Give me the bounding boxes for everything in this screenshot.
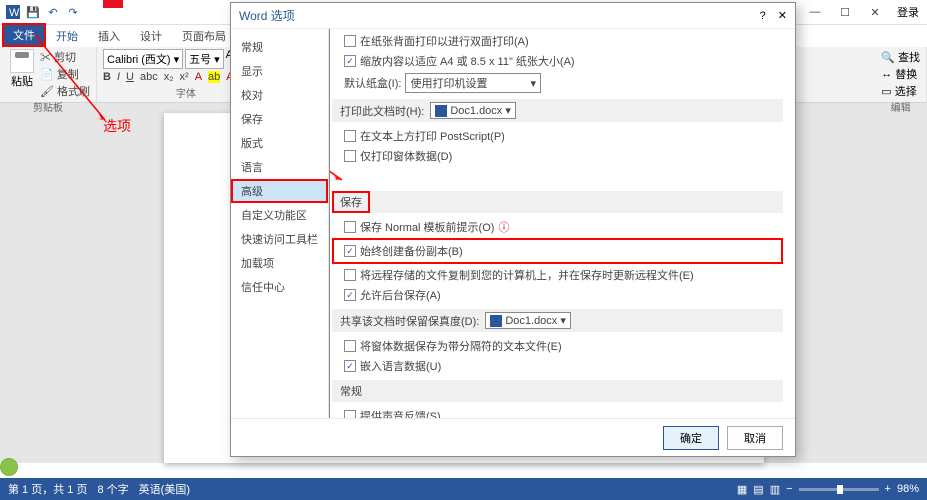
status-bar: 第 1 页，共 1 页 8 个字 英语(美国) ▦ ▤ ▥ − + 98% (0, 478, 927, 500)
nav-save[interactable]: 保存 (231, 107, 328, 131)
view-print-icon[interactable]: ▦ (737, 483, 747, 496)
minimize-icon[interactable]: — (801, 2, 829, 22)
view-read-icon[interactable]: ▤ (753, 483, 763, 496)
checkbox-duplex[interactable] (344, 35, 356, 47)
close-icon[interactable]: ✕ (861, 2, 889, 22)
text-effects-icon[interactable]: A (195, 71, 202, 83)
checkbox-save-prompt[interactable] (344, 221, 356, 233)
select-button[interactable]: ▭选择 (881, 83, 920, 99)
arrow-to-save (329, 166, 442, 184)
tray-dropdown[interactable]: 使用打印机设置▾ (405, 73, 541, 93)
dialog-close-icon[interactable]: ✕ (778, 9, 787, 22)
superscript-button[interactable]: x² (180, 71, 189, 83)
word-count[interactable]: 8 个字 (97, 481, 128, 497)
section-general-header: 常规 (340, 383, 362, 399)
italic-button[interactable]: I (117, 71, 120, 83)
paste-icon (10, 49, 34, 73)
view-web-icon[interactable]: ▥ (770, 483, 780, 496)
paste-button[interactable]: 粘贴 (6, 49, 38, 99)
tab-file[interactable]: 文件 (2, 23, 46, 47)
info-icon[interactable]: ⓘ (498, 219, 509, 235)
zoom-out-icon[interactable]: − (786, 483, 792, 495)
zoom-slider[interactable] (799, 488, 879, 491)
options-dialog: Word 选项 ? ✕ 常规 显示 校对 保存 版式 语言 高级 自定义功能区 … (230, 2, 796, 457)
checkbox-scale[interactable] (344, 55, 356, 67)
options-nav: 常规 显示 校对 保存 版式 语言 高级 自定义功能区 快速访问工具栏 加载项 … (231, 29, 329, 418)
nav-layout[interactable]: 版式 (231, 131, 328, 155)
strike-button[interactable]: abc (140, 71, 158, 83)
save-icon[interactable]: 💾 (24, 3, 42, 21)
cancel-button[interactable]: 取消 (727, 426, 783, 450)
checkbox-sound[interactable] (344, 410, 356, 418)
nav-customize[interactable]: 自定义功能区 (231, 203, 328, 227)
select-icon: ▭ (881, 85, 891, 98)
redo-icon[interactable]: ↷ (64, 3, 82, 21)
nav-advanced[interactable]: 高级 (231, 179, 328, 203)
nav-proofing[interactable]: 校对 (231, 83, 328, 107)
cut-button[interactable]: ✂ 剪切 (40, 49, 90, 65)
highlight-icon[interactable]: ab (208, 71, 220, 83)
page-status[interactable]: 第 1 页，共 1 页 (8, 481, 87, 497)
word-icon: W (4, 3, 22, 21)
replace-icon: ↔ (881, 68, 892, 80)
underline-button[interactable]: U (126, 71, 134, 83)
zoom-level[interactable]: 98% (897, 483, 919, 495)
checkbox-embed[interactable] (344, 340, 356, 352)
group-edit: 编辑 (881, 99, 920, 114)
svg-text:W: W (9, 7, 20, 19)
tab-layout[interactable]: 页面布局 (172, 25, 236, 47)
checkbox-remote[interactable] (344, 269, 356, 281)
nav-addins[interactable]: 加载项 (231, 251, 328, 275)
group-clipboard: 剪贴板 (6, 99, 90, 114)
tab-design[interactable]: 设计 (130, 25, 172, 47)
find-button[interactable]: 🔍查找 (881, 49, 920, 65)
subscript-button[interactable]: x₂ (164, 71, 174, 83)
search-icon: 🔍 (881, 51, 895, 64)
maximize-icon[interactable]: ☐ (831, 2, 859, 22)
word-doc-icon (435, 105, 447, 117)
status-indicator-icon (0, 458, 18, 476)
fidelity-dropdown[interactable]: Doc1.docx▾ (485, 312, 571, 329)
checkbox-postscript[interactable] (344, 130, 356, 142)
copy-button[interactable]: 📄 复制 (40, 66, 90, 82)
tab-insert[interactable]: 插入 (88, 25, 130, 47)
undo-icon[interactable]: ↶ (44, 3, 62, 21)
section-save-header: 保存 (332, 191, 370, 213)
language-status[interactable]: 英语(美国) (139, 481, 190, 497)
nav-language[interactable]: 语言 (231, 155, 328, 179)
font-name-combo[interactable]: Calibri (西文)▾ (103, 49, 183, 69)
font-size-combo[interactable]: 五号▾ (185, 49, 224, 69)
checkbox-bgsave[interactable] (344, 289, 356, 301)
ok-button[interactable]: 确定 (663, 426, 719, 450)
word-doc-icon (490, 315, 502, 327)
dialog-title: Word 选项 (239, 7, 760, 24)
nav-display[interactable]: 显示 (231, 59, 328, 83)
nav-general[interactable]: 常规 (231, 35, 328, 59)
red-marker (103, 0, 123, 8)
options-content[interactable]: 在纸张背面打印以进行双面打印(A) 缩放内容以适应 A4 或 8.5 x 11"… (329, 29, 795, 418)
nav-trust[interactable]: 信任中心 (231, 275, 328, 299)
checkbox-langdata[interactable] (344, 360, 356, 372)
bold-button[interactable]: B (103, 71, 111, 83)
zoom-in-icon[interactable]: + (885, 483, 891, 495)
annotation-label: 选项 (103, 116, 131, 136)
tab-home[interactable]: 开始 (46, 25, 88, 47)
dialog-help-icon[interactable]: ? (760, 10, 766, 22)
replace-button[interactable]: ↔替换 (881, 66, 920, 82)
nav-qat[interactable]: 快速访问工具栏 (231, 227, 328, 251)
checkbox-backup[interactable] (344, 245, 356, 257)
login-link[interactable]: 登录 (897, 4, 919, 20)
checkbox-formdata[interactable] (344, 150, 356, 162)
painter-button[interactable]: 🖌 格式刷 (40, 83, 90, 99)
printdoc-dropdown[interactable]: Doc1.docx▾ (430, 102, 516, 119)
